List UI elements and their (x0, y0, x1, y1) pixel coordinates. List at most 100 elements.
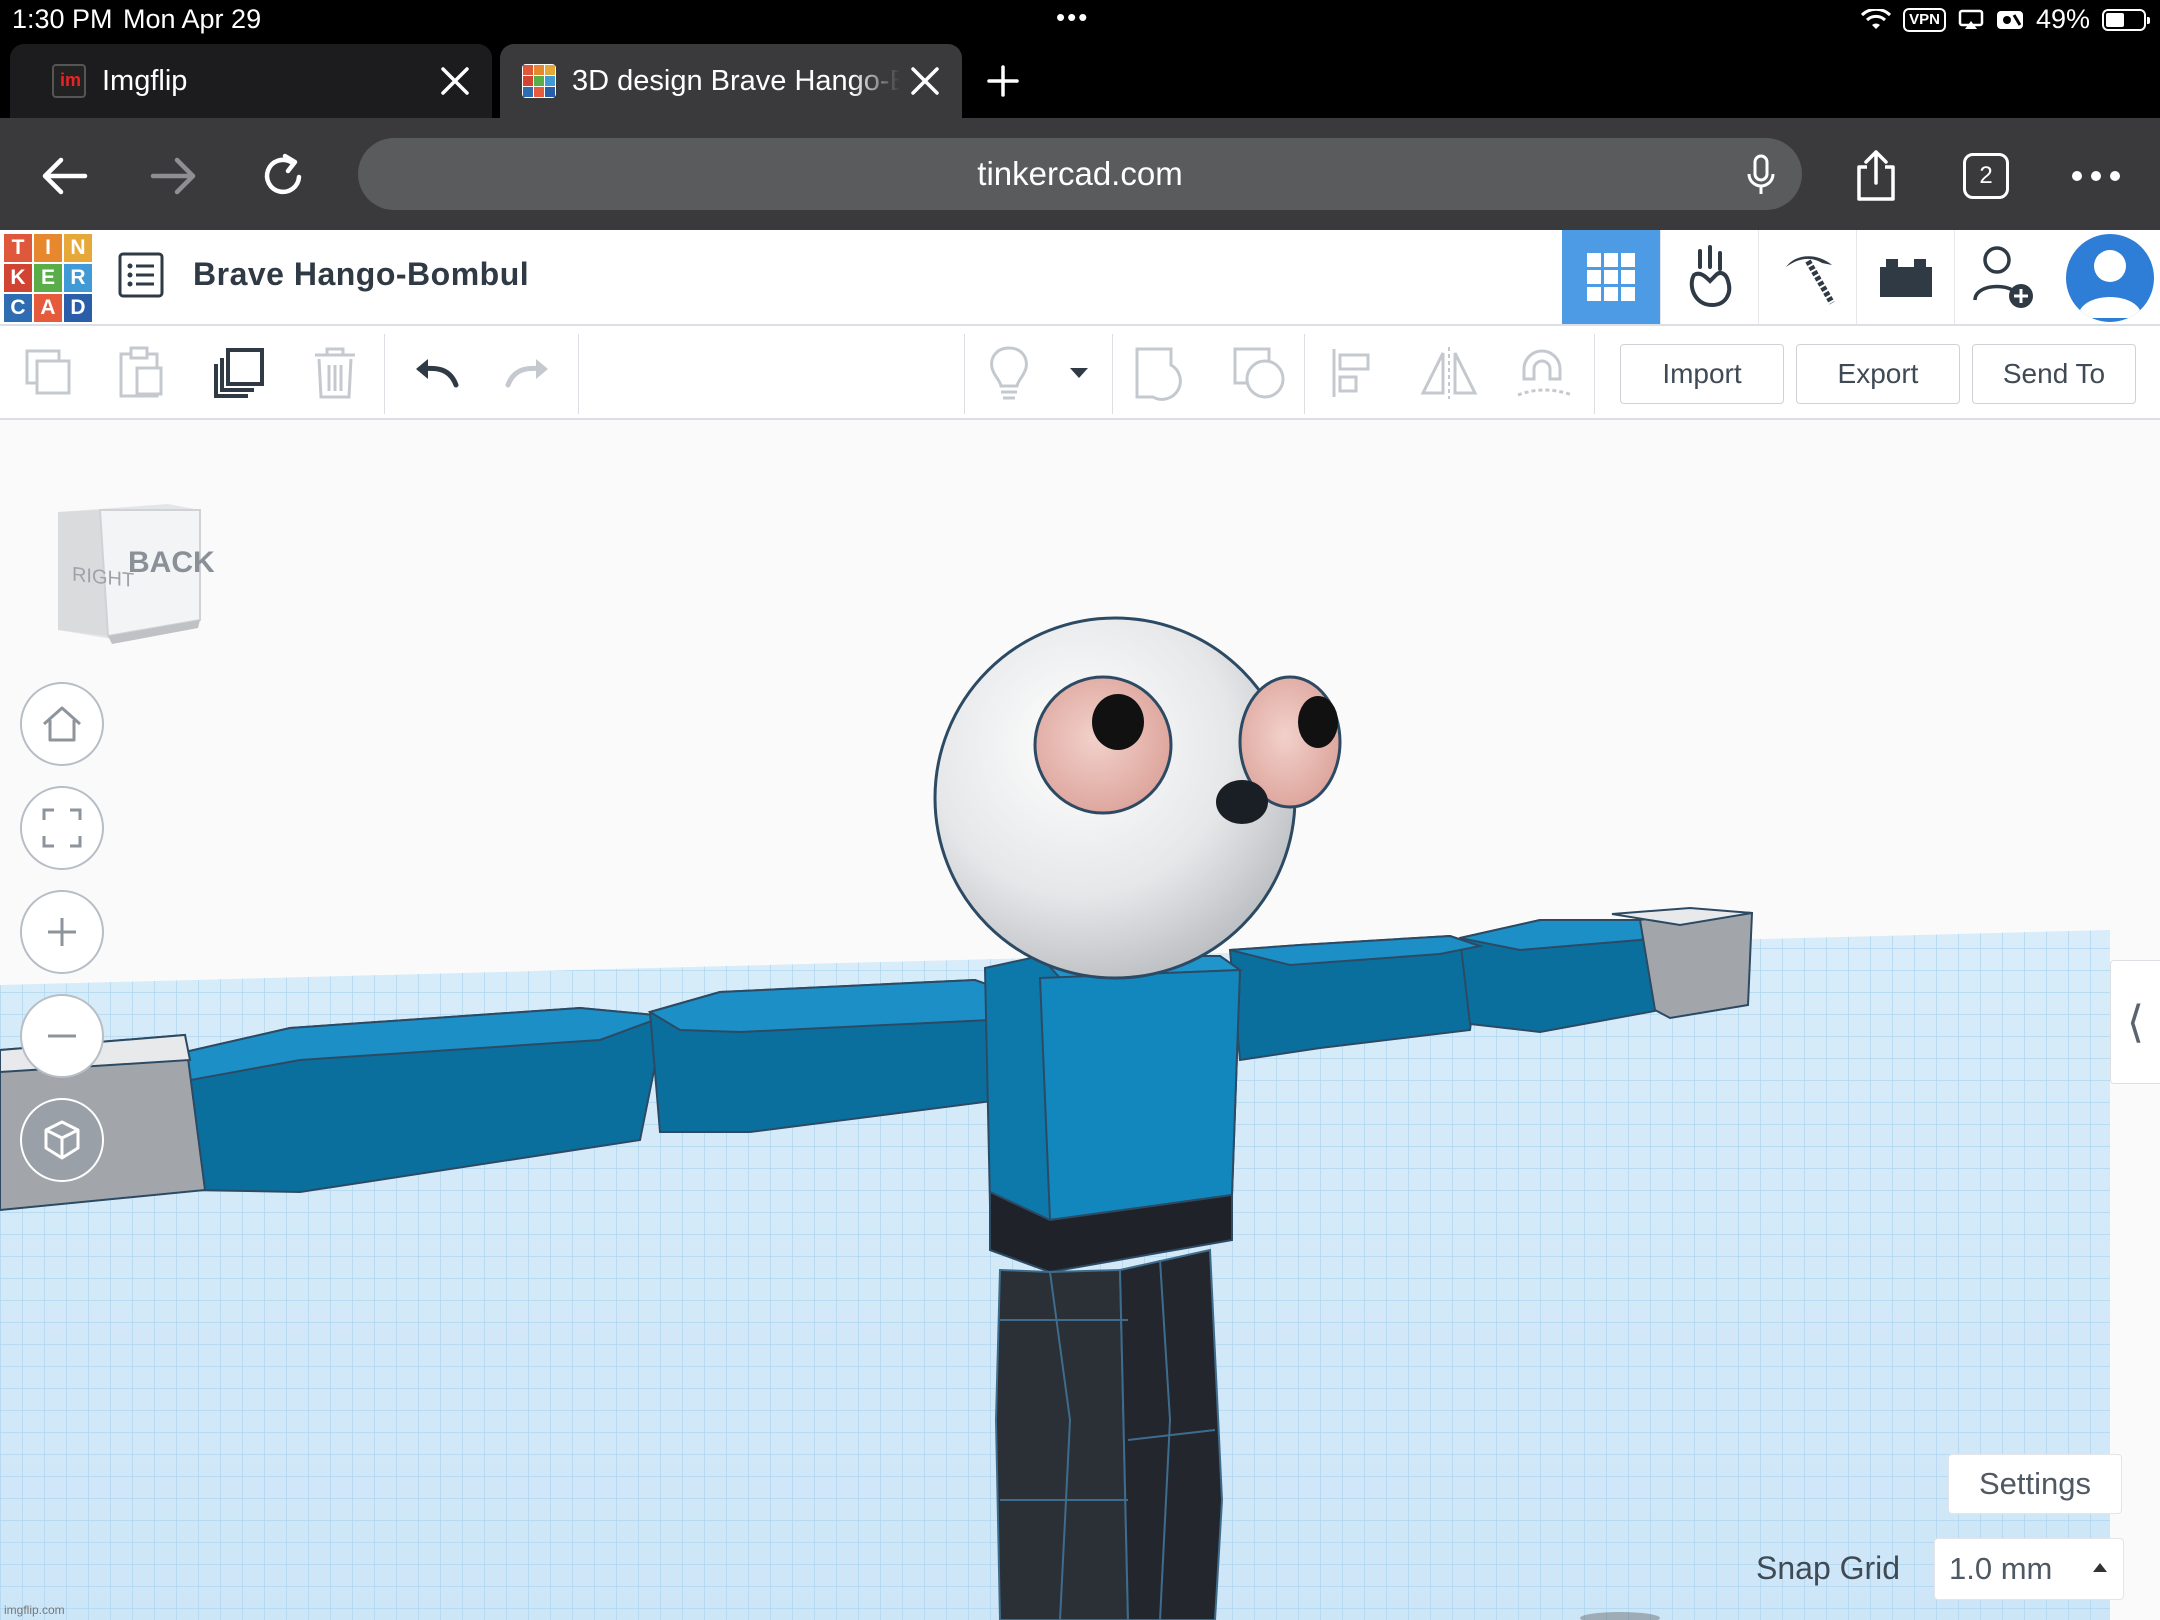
shapes-panel-toggle[interactable]: ⟨ (2110, 960, 2160, 1084)
home-icon (43, 706, 81, 742)
group-button[interactable] (1130, 342, 1192, 404)
invite-user-button[interactable] (1954, 230, 2052, 324)
paste-button[interactable] (110, 342, 172, 404)
tinkercad-logo[interactable]: T I N K E R C A D (4, 234, 92, 322)
notes-dropdown-button[interactable] (1054, 342, 1104, 404)
design-title[interactable]: Brave Hango-Bombul (193, 256, 529, 293)
battery-percent: 49% (2035, 4, 2090, 34)
caret-down-icon (1070, 368, 1088, 378)
workplane-viewport[interactable]: RIGHT BACK ⟨ Settings Snap Grid 1.0 mm i… (0, 420, 2160, 1620)
status-time: 1:30 PM (12, 4, 113, 34)
toolbar-divider (1112, 334, 1113, 414)
copy-button[interactable] (18, 342, 80, 404)
editor-toolbar: Import Export Send To (0, 326, 2160, 420)
avatar-icon[interactable] (2066, 234, 2154, 322)
zoom-in-icon (48, 918, 76, 946)
close-tab-icon[interactable] (900, 56, 950, 106)
lightbulb-icon (990, 346, 1028, 400)
undo-button[interactable] (404, 342, 466, 404)
logo-letter: T (4, 234, 32, 262)
view-cube[interactable]: RIGHT BACK (48, 490, 218, 660)
perspective-cube-icon (44, 1120, 80, 1160)
tab-label: Imgflip (102, 64, 188, 97)
plus-icon (987, 65, 1019, 97)
screen-mirror-icon (1958, 9, 1984, 29)
multitasking-dots-icon[interactable]: ••• (1056, 2, 1089, 33)
left-eye[interactable] (1033, 675, 1173, 815)
address-bar[interactable]: tinkercad.com (358, 138, 1802, 210)
redo-icon (505, 359, 548, 388)
vpn-badge: VPN (1903, 7, 1946, 32)
undo-icon (416, 359, 459, 388)
tinker-hand-icon (1689, 245, 1731, 308)
url-text: tinkercad.com (977, 155, 1183, 192)
status-bar: 1:30 PM Mon Apr 29 ••• VPN 49% (0, 0, 2160, 40)
delete-button[interactable] (304, 342, 366, 404)
status-date: Mon Apr 29 (123, 4, 262, 34)
watermark: imgflip.com (4, 1603, 65, 1617)
mirror-button[interactable] (1418, 342, 1480, 404)
zoom-in-button[interactable] (20, 890, 104, 974)
ungroup-button[interactable] (1228, 342, 1290, 404)
microphone-icon[interactable] (1746, 154, 1776, 196)
align-button[interactable] (1324, 342, 1386, 404)
tab-switcher-button[interactable]: 2 (1956, 146, 2016, 206)
logo-letter: D (64, 294, 92, 322)
toolbar-divider (964, 334, 965, 414)
mirror-icon (1420, 347, 1478, 399)
close-tab-icon[interactable] (430, 56, 480, 106)
snap-grid-select[interactable]: 1.0 mm (1934, 1538, 2124, 1600)
group-icon (1135, 347, 1182, 401)
tab-label: 3D design Brave Hango-Bombul (572, 64, 900, 97)
duplicate-button[interactable] (208, 342, 270, 404)
ungroup-icon (1233, 347, 1285, 399)
fit-view-button[interactable] (20, 786, 104, 870)
fit-view-icon (42, 808, 82, 848)
import-button[interactable]: Import (1620, 344, 1784, 404)
more-menu-button[interactable] (2066, 146, 2126, 206)
perspective-toggle-button[interactable] (20, 1098, 104, 1182)
logo-letter: C (4, 294, 32, 322)
toolbar-divider (384, 334, 385, 414)
cruise-button[interactable] (1514, 342, 1576, 404)
status-right: VPN 49% (1861, 4, 2150, 35)
arrow-left-icon (42, 157, 88, 195)
imgflip-favicon-icon (52, 64, 86, 98)
align-icon (1332, 349, 1370, 397)
settings-button[interactable]: Settings (1948, 1454, 2122, 1514)
redo-button[interactable] (498, 342, 560, 404)
zoom-out-button[interactable] (20, 994, 104, 1078)
nose[interactable] (1216, 780, 1268, 824)
screen-record-icon (1996, 10, 2023, 29)
send-to-button[interactable]: Send To (1972, 344, 2136, 404)
3d-scene[interactable] (0, 420, 2160, 1620)
toolbar-divider (578, 334, 579, 414)
add-user-icon (1972, 246, 2033, 308)
arrow-right-icon (150, 157, 196, 195)
home-view-button[interactable] (20, 682, 104, 766)
snap-grid-value: 1.0 mm (1949, 1551, 2053, 1586)
logo-letter: K (4, 264, 32, 292)
share-icon (1857, 150, 1895, 201)
tab-tinkercad[interactable]: 3D design Brave Hango-Bombul (500, 44, 962, 118)
battery-icon (2102, 8, 2150, 31)
forward-button[interactable] (144, 146, 204, 206)
reload-button[interactable] (254, 146, 314, 206)
paste-icon (119, 346, 163, 398)
codeblocks-button[interactable] (1758, 230, 1856, 324)
tinker-hand-button[interactable] (1660, 230, 1758, 324)
share-button[interactable] (1846, 146, 1906, 206)
3d-design-view-button[interactable] (1562, 230, 1660, 324)
bricks-button[interactable] (1856, 230, 1954, 324)
back-button[interactable] (34, 146, 94, 206)
new-tab-button[interactable] (978, 56, 1028, 106)
tab-imgflip[interactable]: Imgflip (10, 44, 492, 118)
reload-icon (264, 153, 302, 195)
export-button[interactable]: Export (1796, 344, 1960, 404)
notes-button[interactable] (978, 342, 1040, 404)
logo-letter: E (34, 264, 62, 292)
wifi-icon (1861, 8, 1892, 29)
grid-view-icon (1587, 253, 1635, 301)
design-list-button[interactable] (118, 252, 164, 298)
snap-grid-label: Snap Grid (1756, 1550, 1901, 1586)
